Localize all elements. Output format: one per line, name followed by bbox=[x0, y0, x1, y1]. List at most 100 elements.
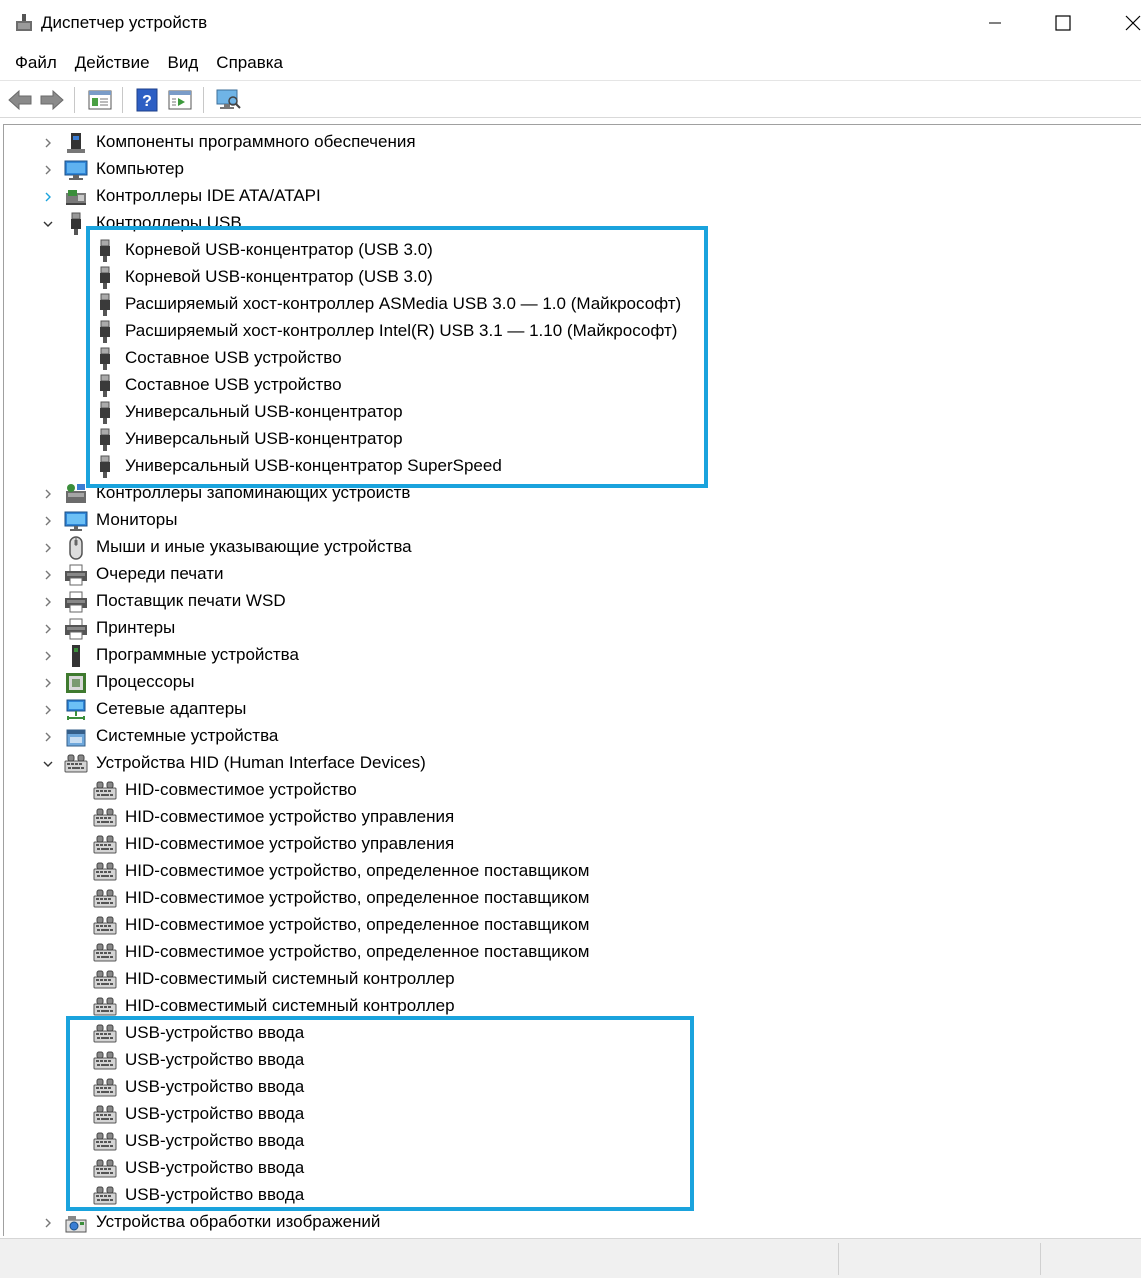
minimize-button[interactable] bbox=[972, 0, 1018, 46]
chevron-right-icon[interactable] bbox=[40, 615, 56, 642]
tree-item-label: Контроллеры IDE ATA/ATAPI bbox=[96, 186, 321, 205]
back-icon bbox=[8, 89, 32, 111]
tree-device-row[interactable]: Расширяемый хост-контроллер ASMedia USB … bbox=[4, 291, 1104, 318]
tree-category-row[interactable]: Устройства HID (Human Interface Devices) bbox=[4, 750, 1104, 777]
tree-category-row[interactable]: Контроллеры IDE ATA/ATAPI bbox=[4, 183, 1104, 210]
tree-device-row[interactable]: USB-устройство ввода bbox=[4, 1128, 1104, 1155]
tree-item-label: Контроллеры USB bbox=[96, 213, 242, 232]
tree-device-row[interactable]: USB-устройство ввода bbox=[4, 1101, 1104, 1128]
chevron-right-icon[interactable] bbox=[40, 723, 56, 750]
tree-device-row[interactable]: HID-совместимый системный контроллер bbox=[4, 966, 1104, 993]
menu-view[interactable]: Вид bbox=[162, 53, 205, 73]
chevron-right-icon[interactable] bbox=[40, 183, 56, 210]
usb-plug-icon bbox=[93, 320, 117, 344]
properties-button[interactable] bbox=[86, 86, 114, 114]
software-component-icon bbox=[64, 131, 88, 155]
tree-device-row[interactable]: Составное USB устройство bbox=[4, 345, 1104, 372]
tree-item-label: Мыши и иные указывающие устройства bbox=[96, 537, 412, 556]
tree-device-row[interactable]: HID-совместимое устройство, определенное… bbox=[4, 858, 1104, 885]
forward-icon bbox=[40, 89, 64, 111]
hid-icon bbox=[93, 1076, 117, 1100]
chevron-right-icon[interactable] bbox=[40, 480, 56, 507]
help-icon: ? bbox=[136, 88, 158, 112]
tree-category-row[interactable]: Принтеры bbox=[4, 615, 1104, 642]
tree-device-row[interactable]: Корневой USB-концентратор (USB 3.0) bbox=[4, 264, 1104, 291]
tree-category-row[interactable]: Программные устройства bbox=[4, 642, 1104, 669]
tree-device-row[interactable]: USB-устройство ввода bbox=[4, 1182, 1104, 1209]
processor-icon bbox=[64, 671, 88, 695]
tree-category-row[interactable]: Системные устройства bbox=[4, 723, 1104, 750]
close-button[interactable] bbox=[1110, 0, 1141, 46]
tree-category-row[interactable]: Поставщик печати WSD bbox=[4, 588, 1104, 615]
tree-device-row[interactable]: USB-устройство ввода bbox=[4, 1155, 1104, 1182]
tree-device-row[interactable]: Составное USB устройство bbox=[4, 372, 1104, 399]
chevron-right-icon[interactable] bbox=[40, 642, 56, 669]
tree-device-row[interactable]: HID-совместимое устройство управления bbox=[4, 804, 1104, 831]
chevron-down-icon[interactable] bbox=[40, 750, 56, 777]
help-button[interactable]: ? bbox=[133, 86, 161, 114]
tree-item-label: HID-совместимое устройство, определенное… bbox=[125, 915, 590, 934]
tree-device-row[interactable]: HID-совместимое устройство управления bbox=[4, 831, 1104, 858]
window-title: Диспетчер устройств bbox=[41, 13, 208, 32]
status-bar bbox=[0, 1238, 1141, 1278]
chevron-right-icon[interactable] bbox=[40, 669, 56, 696]
hid-icon bbox=[93, 1049, 117, 1073]
tree-device-row[interactable]: HID-совместимое устройство bbox=[4, 777, 1104, 804]
usb-plug-icon bbox=[93, 455, 117, 479]
tree-device-row[interactable]: Универсальный USB-концентратор bbox=[4, 399, 1104, 426]
tree-device-row[interactable]: HID-совместимый системный контроллер bbox=[4, 993, 1104, 1020]
tree-device-row[interactable]: Универсальный USB-концентратор bbox=[4, 426, 1104, 453]
update-driver-button[interactable] bbox=[166, 86, 194, 114]
hid-icon bbox=[93, 833, 117, 857]
tree-item-label: HID-совместимое устройство, определенное… bbox=[125, 888, 590, 907]
chevron-right-icon[interactable] bbox=[40, 156, 56, 183]
tree-category-row[interactable]: Контроллеры запоминающих устройств bbox=[4, 480, 1104, 507]
tree-category-row[interactable]: Устройства обработки изображений bbox=[4, 1209, 1104, 1236]
tree-category-row[interactable]: Мыши и иные указывающие устройства bbox=[4, 534, 1104, 561]
tree-item-label: HID-совместимое устройство bbox=[125, 780, 357, 799]
tree-category-row[interactable]: Компоненты программного обеспечения bbox=[4, 129, 1104, 156]
menu-help[interactable]: Справка bbox=[210, 53, 289, 73]
tree-item-label: USB-устройство ввода bbox=[125, 1077, 305, 1096]
tree-item-label: USB-устройство ввода bbox=[125, 1131, 305, 1150]
usb-plug-icon bbox=[93, 428, 117, 452]
tree-category-row[interactable]: Мониторы bbox=[4, 507, 1104, 534]
device-tree: Компоненты программного обеспечения Компь… bbox=[3, 124, 1141, 1236]
tree-device-row[interactable]: HID-совместимое устройство, определенное… bbox=[4, 939, 1104, 966]
tree-category-row[interactable]: Сетевые адаптеры bbox=[4, 696, 1104, 723]
scan-hardware-button[interactable] bbox=[214, 86, 242, 114]
tree-device-row[interactable]: HID-совместимое устройство, определенное… bbox=[4, 912, 1104, 939]
close-icon bbox=[1125, 15, 1141, 31]
back-button[interactable] bbox=[6, 86, 34, 114]
tree-device-row[interactable]: Расширяемый хост-контроллер Intel(R) USB… bbox=[4, 318, 1104, 345]
maximize-button[interactable] bbox=[1040, 0, 1086, 46]
chevron-right-icon[interactable] bbox=[40, 507, 56, 534]
tree-category-row[interactable]: Процессоры bbox=[4, 669, 1104, 696]
forward-button[interactable] bbox=[38, 86, 66, 114]
tree-device-row[interactable]: Корневой USB-концентратор (USB 3.0) bbox=[4, 237, 1104, 264]
tree-device-row[interactable]: HID-совместимое устройство, определенное… bbox=[4, 885, 1104, 912]
menu-file[interactable]: Файл bbox=[9, 53, 63, 73]
chevron-right-icon[interactable] bbox=[40, 534, 56, 561]
printer-icon bbox=[64, 617, 88, 641]
menu-action[interactable]: Действие bbox=[69, 53, 156, 73]
tree-item-label: Расширяемый хост-контроллер Intel(R) USB… bbox=[125, 321, 678, 340]
tree-item-label: Контроллеры запоминающих устройств bbox=[96, 483, 411, 502]
tree-device-row[interactable]: Универсальный USB-концентратор SuperSpee… bbox=[4, 453, 1104, 480]
tree-item-label: USB-устройство ввода bbox=[125, 1104, 305, 1123]
printer-icon bbox=[64, 590, 88, 614]
tree-device-row[interactable]: USB-устройство ввода bbox=[4, 1047, 1104, 1074]
chevron-right-icon[interactable] bbox=[40, 696, 56, 723]
toolbar-separator bbox=[203, 87, 204, 113]
chevron-right-icon[interactable] bbox=[40, 561, 56, 588]
chevron-right-icon[interactable] bbox=[40, 1209, 56, 1236]
tree-category-row[interactable]: Очереди печати bbox=[4, 561, 1104, 588]
tree-item-label: Составное USB устройство bbox=[125, 375, 342, 394]
tree-device-row[interactable]: USB-устройство ввода bbox=[4, 1020, 1104, 1047]
tree-category-row[interactable]: Контроллеры USB bbox=[4, 210, 1104, 237]
tree-device-row[interactable]: USB-устройство ввода bbox=[4, 1074, 1104, 1101]
chevron-down-icon[interactable] bbox=[40, 210, 56, 237]
chevron-right-icon[interactable] bbox=[40, 588, 56, 615]
chevron-right-icon[interactable] bbox=[40, 129, 56, 156]
tree-category-row[interactable]: Компьютер bbox=[4, 156, 1104, 183]
